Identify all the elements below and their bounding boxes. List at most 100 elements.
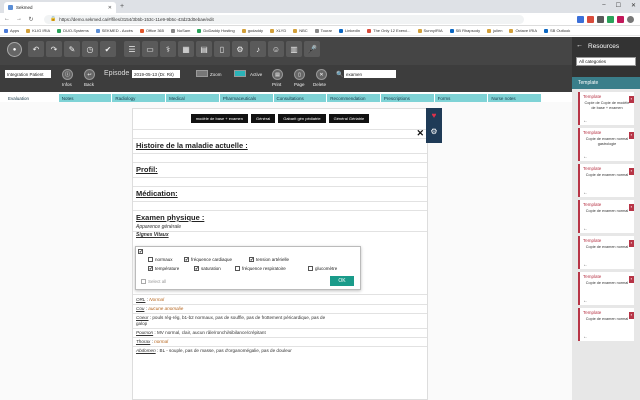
forward-arrow-icon[interactable]: →	[16, 16, 22, 22]
bookmark-item[interactable]: godaddy	[241, 28, 263, 33]
tab-nurse-notes[interactable]: Nurse notes	[488, 94, 542, 102]
template-card[interactable]: Template Copie de examen normal ← ▪	[578, 200, 634, 233]
bell-icon[interactable]: ♪	[250, 41, 266, 57]
extension-icon[interactable]	[617, 15, 624, 23]
reload-icon[interactable]: ↻	[28, 16, 34, 23]
back-icon[interactable]: ↩	[84, 69, 95, 80]
info-icon[interactable]: ⓘ	[62, 69, 73, 80]
checkbox-normaux[interactable]	[148, 257, 153, 262]
tab-recommendation[interactable]: Recommendation	[327, 94, 380, 102]
checkbox-frequence-cardiaque[interactable]: ✔	[184, 257, 189, 262]
edit-icon[interactable]: ✎	[64, 41, 80, 57]
patient-field[interactable]: Integration Patient	[5, 70, 51, 78]
bookmark-item[interactable]: XLYD	[270, 28, 286, 33]
tab-notes[interactable]: Notes	[58, 94, 112, 102]
menu-icon[interactable]: ●	[7, 42, 22, 57]
calendar-icon[interactable]: ▤	[196, 41, 212, 57]
close-window-icon[interactable]: ✕	[631, 2, 636, 9]
history-icon[interactable]: ◷	[82, 41, 98, 57]
print-icon[interactable]: ▤	[272, 69, 283, 80]
stethoscope-icon[interactable]: ⚕	[160, 41, 176, 57]
bookmark-item[interactable]: Tourar	[314, 28, 332, 33]
back-arrow-icon[interactable]: ←	[583, 262, 588, 268]
checkbox-glucometre[interactable]	[308, 266, 313, 271]
bookmark-item[interactable]: NoSam	[171, 28, 190, 33]
url-field[interactable]: 🔒 https://demo.sekmed.ca/#/files/3154/3b…	[44, 14, 524, 24]
extension-icon[interactable]	[607, 15, 614, 23]
bookmark-item[interactable]: LinkedIn	[339, 28, 360, 33]
template-card[interactable]: Template Copie de examen normal ← ▪	[578, 236, 634, 269]
browser-tab[interactable]: Sekmed ✕	[4, 2, 116, 13]
bookmark-item[interactable]: Office 365	[139, 28, 164, 33]
back-arrow-icon[interactable]: ←	[583, 226, 588, 232]
grid-icon[interactable]: ▦	[178, 41, 194, 57]
ok-button[interactable]: OK	[330, 276, 354, 286]
bookmark-item[interactable]: SB Outlook	[544, 28, 570, 33]
category-select[interactable]: All categories	[576, 57, 636, 66]
bookmark-item[interactable]: The Only 12 Exerci...	[367, 28, 411, 33]
page-icon[interactable]: ▯	[294, 69, 305, 80]
document-icon[interactable]: ▯	[214, 41, 230, 57]
tab-consultations[interactable]: Consultations	[273, 94, 327, 102]
bookmark-item[interactable]: KLIG IRIA	[26, 28, 50, 33]
minimize-icon[interactable]: –	[602, 2, 605, 9]
delete-icon[interactable]: ✕	[316, 69, 327, 80]
list-icon[interactable]: ☰	[124, 41, 140, 57]
tab-evaluation[interactable]: Evaluation	[5, 94, 58, 102]
bookmark-item[interactable]: julien	[487, 28, 502, 33]
template-card[interactable]: Template Copie de examen normal ← ▪	[578, 308, 634, 341]
tab-pharmaceuticals[interactable]: Pharmaceuticals	[219, 94, 273, 102]
vitals-main-checkbox[interactable]: ✔	[138, 249, 143, 254]
checkbox-saturation[interactable]: ✔	[194, 266, 199, 271]
settings-icon[interactable]: ⚙	[232, 41, 248, 57]
bookmark-item[interactable]: Apps	[4, 28, 19, 33]
checkbox-frequence-respiratoire[interactable]	[235, 266, 240, 271]
tab-medical[interactable]: Medical	[166, 94, 219, 102]
search-input[interactable]: examen	[344, 70, 396, 78]
template-button[interactable]: Général Gériatrie	[328, 113, 370, 123]
folder-icon[interactable]: ▭	[142, 41, 158, 57]
bookmark-item[interactable]: SEKMED - Accès	[95, 28, 133, 33]
undo-icon[interactable]: ↶	[28, 41, 44, 57]
redo-icon[interactable]: ↷	[46, 41, 62, 57]
checkmark-icon[interactable]: ✔	[100, 41, 116, 57]
close-tab-icon[interactable]: ✕	[108, 5, 112, 11]
tab-radiology[interactable]: Radiology	[112, 94, 166, 102]
tab-prescriptions[interactable]: Prescriptions	[380, 94, 434, 102]
back-arrow-icon[interactable]: ←	[583, 298, 588, 304]
bookmark-item[interactable]: NBC	[293, 28, 308, 33]
extension-icon[interactable]	[587, 15, 594, 23]
checkbox-tension-arterielle[interactable]: ✔	[249, 257, 254, 262]
bookmark-item[interactable]: DUO-Systems	[57, 28, 89, 33]
back-arrow-icon[interactable]: ←	[583, 334, 588, 340]
checkbox-temperature[interactable]: ✔	[148, 266, 153, 271]
extension-icon[interactable]	[577, 15, 584, 23]
active-toggle[interactable]	[234, 70, 246, 77]
profile-avatar[interactable]	[627, 15, 634, 23]
back-arrow-icon[interactable]: ←	[4, 16, 10, 22]
zoom-toggle[interactable]	[196, 70, 208, 77]
template-button[interactable]: Général	[250, 113, 276, 123]
microphone-icon[interactable]: 🎤	[304, 41, 320, 57]
bookmark-item[interactable]: DoDaddy Hosting	[197, 28, 235, 33]
template-card[interactable]: Template Copie de examen normal ← ▪	[578, 164, 634, 197]
back-arrow-icon[interactable]: ←	[583, 190, 588, 196]
template-card[interactable]: Template Copie de examen normal gastrolo…	[578, 128, 634, 161]
new-tab-icon[interactable]: +	[120, 3, 124, 10]
collapse-arrow-icon[interactable]: ←	[576, 42, 583, 49]
select-all-checkbox[interactable]	[141, 279, 146, 284]
heart-icon[interactable]: ♥	[426, 111, 442, 120]
template-button[interactable]: modèle de base + examen	[190, 113, 248, 123]
bookmark-item[interactable]: SunnyIRIA	[417, 28, 443, 33]
document-editor[interactable]: modèle de base + examen Général Gabarit …	[132, 108, 428, 400]
template-button[interactable]: Gabarit gén pédiatrie	[278, 113, 326, 123]
episode-select[interactable]: 2019-05-13 (Dr. Rit)	[132, 70, 180, 78]
maximize-icon[interactable]: ☐	[616, 2, 621, 9]
extension-icon[interactable]	[597, 15, 604, 23]
back-arrow-icon[interactable]: ←	[583, 118, 588, 124]
template-card[interactable]: Template Copie de Copie de modèle de bas…	[578, 92, 634, 125]
bookmark-item[interactable]: SB Rhapsody	[449, 28, 480, 33]
user-icon[interactable]: ☺	[268, 41, 284, 57]
tab-forms[interactable]: Forms	[434, 94, 488, 102]
template-card[interactable]: Template Copie de examen normal ← ▪	[578, 272, 634, 305]
